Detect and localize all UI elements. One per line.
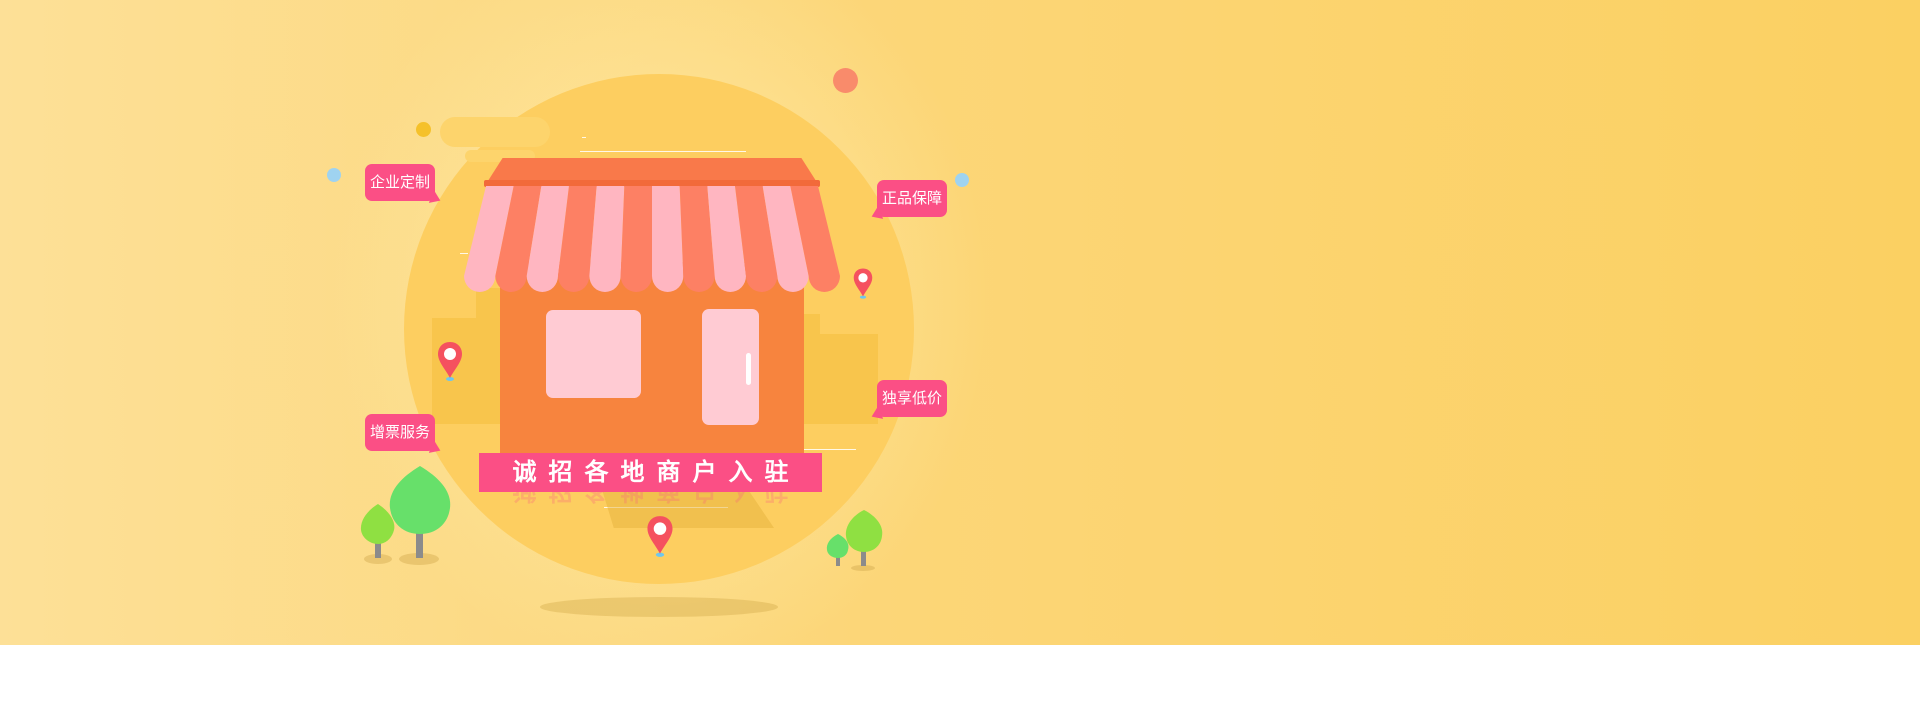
tag-label: 企业定制 xyxy=(370,174,431,191)
tag-genuine-guarantee: 正品保障 xyxy=(868,180,948,223)
decor-dot xyxy=(416,122,431,137)
tree-icon xyxy=(826,510,883,571)
decor-dot xyxy=(327,168,341,182)
sign-reflection: 诚招各地商户入驻 xyxy=(479,492,822,510)
location-pin-icon xyxy=(853,268,873,299)
tree-icon xyxy=(360,466,451,565)
tag-exclusive-low-price: 独享低价 xyxy=(868,380,948,423)
store-window xyxy=(546,310,641,398)
decor-dot xyxy=(833,68,858,93)
recruitment-sign: 诚招各地商户入驻 xyxy=(479,453,822,492)
awning-stripe xyxy=(652,186,684,292)
awning-stripe xyxy=(620,186,652,292)
promo-banner: 诚招各地商户入驻 诚招各地商户入驻 企业定制 正品保障 独享低价 增票服务 xyxy=(0,0,1920,645)
tag-enterprise-custom: 企业定制 xyxy=(365,164,444,207)
decor-dot xyxy=(955,173,969,187)
decor-line xyxy=(582,137,586,138)
storefront-awning xyxy=(464,186,840,292)
tag-label: 增票服务 xyxy=(370,424,431,441)
decor-line xyxy=(580,151,746,152)
decor-line xyxy=(800,449,856,450)
location-pin-icon xyxy=(647,516,673,557)
city-silhouette-right xyxy=(800,334,878,424)
tag-vat-invoice-service: 增票服务 xyxy=(365,414,444,457)
ground-shadow xyxy=(540,597,778,617)
tag-label: 独享低价 xyxy=(882,390,943,407)
door-handle xyxy=(746,353,751,385)
cloud-shape xyxy=(440,117,550,147)
location-pin-icon xyxy=(438,342,462,381)
tag-label: 正品保障 xyxy=(882,190,943,207)
